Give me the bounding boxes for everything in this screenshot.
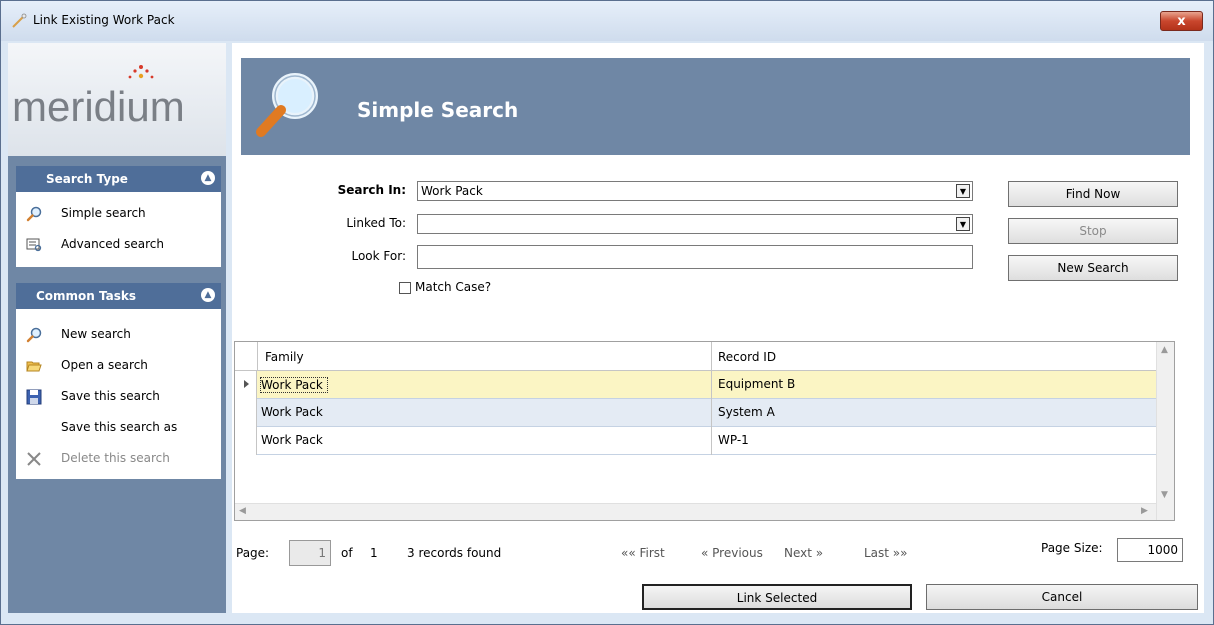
search-in-combo[interactable]: Work Pack ▼ xyxy=(417,181,973,201)
common-tasks-title: Common Tasks xyxy=(36,289,137,303)
magnifier-icon xyxy=(26,206,42,222)
search-type-title: Search Type xyxy=(46,172,128,186)
task-delete-search[interactable]: Delete this search xyxy=(16,447,221,471)
look-for-label: Look For: xyxy=(351,249,406,263)
link-icon xyxy=(12,13,27,28)
left-sidebar: meridium Search Type ▲ Simple search Adv… xyxy=(8,43,226,613)
task-label: Simple search xyxy=(61,206,146,220)
task-save-search[interactable]: Save this search xyxy=(16,385,221,409)
logo-text: meridium xyxy=(12,83,185,130)
new-search-button[interactable]: New Search xyxy=(1008,255,1178,281)
task-label: New search xyxy=(61,327,131,341)
task-label: Save this search xyxy=(61,389,160,403)
common-tasks-panel: New search Open a search Save this searc… xyxy=(16,309,221,479)
collapse-icon[interactable]: ▲ xyxy=(201,288,215,302)
horizontal-scrollbar[interactable]: ◀ ▶ xyxy=(235,503,1156,520)
last-page-link[interactable]: Last »» xyxy=(864,546,908,560)
current-row-arrow-icon xyxy=(244,380,249,388)
common-tasks-header[interactable]: Common Tasks ▲ xyxy=(16,283,221,309)
linked-to-label: Linked To: xyxy=(346,216,406,230)
chevron-down-icon[interactable]: ▼ xyxy=(956,184,970,198)
column-header-record-id[interactable]: Record ID xyxy=(718,350,776,364)
row-selector[interactable] xyxy=(235,427,257,455)
task-open-search[interactable]: Open a search xyxy=(16,354,221,378)
match-case-checkbox[interactable] xyxy=(399,282,411,294)
scroll-down-icon[interactable]: ▼ xyxy=(1161,490,1168,500)
records-found: 3 records found xyxy=(407,546,502,560)
task-save-search-as[interactable]: Save this search as xyxy=(16,416,221,440)
row-selector[interactable] xyxy=(235,371,257,399)
title-bar: Link Existing Work Pack x xyxy=(1,1,1213,41)
search-in-label: Search In: xyxy=(337,183,406,197)
cell-record-id[interactable]: Equipment B xyxy=(718,377,795,391)
table-row[interactable]: Work Pack System A xyxy=(235,399,1172,427)
table-row[interactable]: Work Pack Equipment B xyxy=(235,371,1172,399)
vertical-scrollbar[interactable]: ▲ ▼ xyxy=(1156,342,1174,520)
page-label: Page: xyxy=(236,546,270,560)
scroll-up-icon[interactable]: ▲ xyxy=(1161,345,1168,355)
close-button[interactable]: x xyxy=(1160,11,1203,31)
task-new-search[interactable]: New search xyxy=(16,323,221,347)
scroll-right-icon[interactable]: ▶ xyxy=(1141,506,1148,516)
search-banner: Simple Search xyxy=(241,58,1190,155)
search-type-header[interactable]: Search Type ▲ xyxy=(16,166,221,192)
task-label: Advanced search xyxy=(61,237,164,251)
task-label: Delete this search xyxy=(61,451,170,465)
results-grid: Family Record ID Work Pack Equipment B W… xyxy=(234,341,1175,521)
cell-family[interactable]: Work Pack xyxy=(261,405,323,419)
look-for-input[interactable] xyxy=(417,245,973,269)
grid-header: Family Record ID xyxy=(235,342,1173,371)
of-label: of xyxy=(341,546,353,560)
match-case-label: Match Case? xyxy=(415,280,492,294)
cell-family[interactable]: Work Pack xyxy=(261,433,323,447)
cell-record-id[interactable]: System A xyxy=(718,405,775,419)
table-row[interactable]: Work Pack WP-1 xyxy=(235,427,1172,455)
column-header-family[interactable]: Family xyxy=(265,350,304,364)
chevron-down-icon[interactable]: ▼ xyxy=(956,217,970,231)
magnifier-icon xyxy=(26,327,42,343)
task-advanced-search[interactable]: Advanced search xyxy=(16,233,221,257)
task-label: Open a search xyxy=(61,358,148,372)
floppy-disk-icon xyxy=(26,389,42,405)
folder-open-icon xyxy=(26,361,42,372)
collapse-icon[interactable]: ▲ xyxy=(201,171,215,185)
advanced-search-icon xyxy=(26,238,42,252)
cancel-button[interactable]: Cancel xyxy=(926,584,1198,610)
total-pages: 1 xyxy=(370,546,378,560)
link-selected-button[interactable]: Link Selected xyxy=(642,584,912,610)
page-size-label: Page Size: xyxy=(1041,541,1103,555)
task-simple-search[interactable]: Simple search xyxy=(16,202,221,226)
find-now-button[interactable]: Find Now xyxy=(1008,181,1178,207)
search-in-value: Work Pack xyxy=(421,184,483,198)
previous-page-link[interactable]: « Previous xyxy=(701,546,763,560)
logo-area: meridium xyxy=(8,43,226,156)
magnifier-icon xyxy=(256,73,318,137)
scroll-left-icon[interactable]: ◀ xyxy=(239,506,246,516)
delete-x-icon xyxy=(27,452,41,466)
task-label: Save this search as xyxy=(61,420,178,434)
search-type-panel: Simple search Advanced search xyxy=(16,192,221,267)
dialog-window: Link Existing Work Pack x meridium Searc… xyxy=(0,0,1214,625)
cell-family[interactable]: Work Pack xyxy=(260,377,328,393)
banner-title: Simple Search xyxy=(357,98,519,122)
main-content: Simple Search Search In: Work Pack ▼ Lin… xyxy=(232,43,1204,613)
cell-record-id[interactable]: WP-1 xyxy=(718,433,749,447)
stop-button[interactable]: Stop xyxy=(1008,218,1178,244)
first-page-link[interactable]: «« First xyxy=(621,546,665,560)
page-number-input[interactable]: 1 xyxy=(289,540,331,566)
next-page-link[interactable]: Next » xyxy=(784,546,823,560)
linked-to-combo[interactable]: ▼ xyxy=(417,214,973,234)
page-size-input[interactable]: 1000 xyxy=(1117,538,1183,562)
row-selector[interactable] xyxy=(235,399,257,427)
window-title: Link Existing Work Pack xyxy=(33,13,175,27)
logo-dots-icon xyxy=(128,65,154,79)
